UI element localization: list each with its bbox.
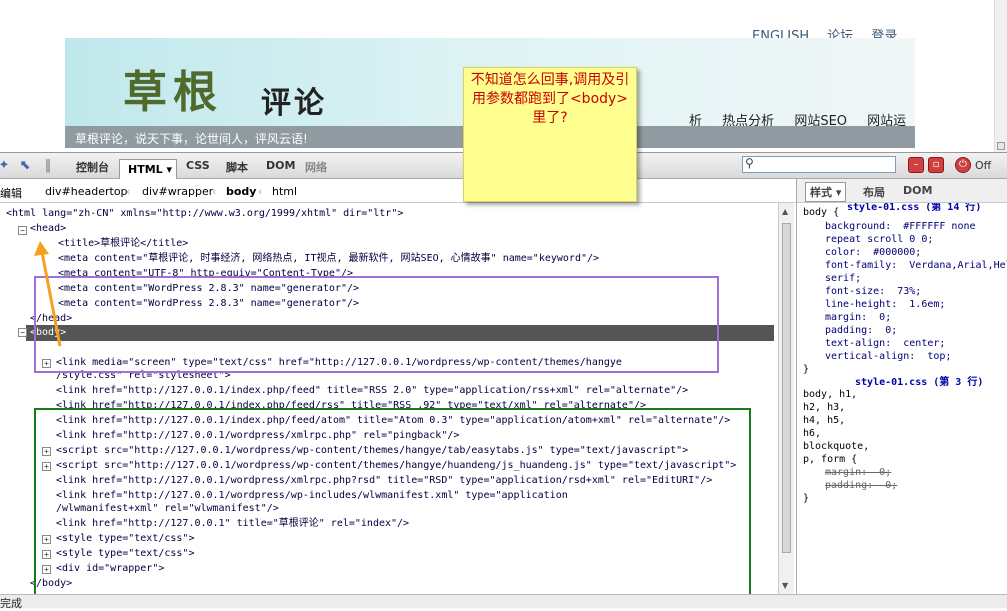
crumb-headertop[interactable]: div#headertop <box>45 185 128 198</box>
inspect-icon[interactable]: ⬉ <box>17 158 33 174</box>
html-line-14[interactable]: <link href="http://127.0.0.1/wordpress/x… <box>56 428 459 443</box>
css-line-20: p, form { <box>803 454 858 465</box>
edit-button[interactable]: 编辑 <box>0 185 22 201</box>
tab-html-label: HTML <box>128 163 163 176</box>
status-bar: 完成 <box>0 594 1007 610</box>
html-line-24[interactable]: </body> <box>30 576 72 591</box>
style-panel: style-01.css (第 14 行) body { background:… <box>796 203 1007 594</box>
css-line-6[interactable]: serif; <box>825 272 861 285</box>
css-line-12[interactable]: vertical-align: top; <box>825 350 951 363</box>
site-logo-sub: 评论 <box>261 86 327 121</box>
search-icon: ⚲ <box>745 156 754 170</box>
site-scrollbar[interactable] <box>994 0 1007 152</box>
crumb-html[interactable]: html <box>272 185 297 198</box>
css-line-17: h4, h5, <box>803 415 846 426</box>
tab-style[interactable]: 样式 ▾ <box>805 182 847 202</box>
css-line-15: body, h1, <box>803 389 858 400</box>
html-line-20[interactable]: <link href="http://127.0.0.1" title="草根评… <box>56 516 409 531</box>
expand-icon[interactable]: + <box>42 535 51 544</box>
scroll-thumb[interactable] <box>782 223 791 553</box>
expand-icon[interactable]: + <box>42 447 51 456</box>
crumb-wrapper[interactable]: div#wrapper <box>142 185 213 198</box>
expand-icon[interactable]: + <box>42 462 51 471</box>
css-line-2[interactable]: background: #FFFFFF none <box>825 220 976 233</box>
tab-html[interactable]: HTML ▾ <box>119 159 177 179</box>
html-line-13[interactable]: <link href="http://127.0.0.1/index.php/f… <box>56 413 730 428</box>
html-line-19[interactable]: /wlwmanifest+xml" rel="wlwmanifest"/> <box>56 501 279 516</box>
html-line-6[interactable]: <meta content="WordPress 2.8.3" name="ge… <box>58 296 359 311</box>
html-line-8: <body> <box>30 327 67 338</box>
css-line-7[interactable]: font-size: 73%; <box>825 285 921 298</box>
expand-icon[interactable]: + <box>42 359 51 368</box>
css-line-18: h6, <box>803 428 822 439</box>
html-line-16[interactable]: <script src="http://127.0.0.1/wordpress/… <box>56 458 736 473</box>
css-line-11[interactable]: text-align: center; <box>825 337 945 350</box>
css-line-4[interactable]: color: #000000; <box>825 246 921 259</box>
off-label[interactable]: Off <box>975 159 991 172</box>
tab-script[interactable]: 脚本 <box>226 159 248 175</box>
expand-icon[interactable]: + <box>42 565 51 574</box>
breadcrumb: 编辑 div#headertop ‹ div#wrapper ‹ body ‹ … <box>0 179 796 203</box>
pause-icon[interactable]: ‖ <box>40 158 56 174</box>
html-line-7[interactable]: </head> <box>30 311 72 326</box>
tab-style-label: 样式 <box>810 186 832 199</box>
tab-net[interactable]: 网络 <box>305 159 327 175</box>
html-line-5[interactable]: <meta content="WordPress 2.8.3" name="ge… <box>58 281 359 296</box>
html-line-21[interactable]: <style type="text/css"> <box>56 531 194 546</box>
css-source-link[interactable]: style-01.css (第 3 行) <box>855 376 983 389</box>
css-line-3[interactable]: repeat scroll 0 0; <box>825 233 933 246</box>
html-line-10[interactable]: /style.css" rel="stylesheet"> <box>56 368 231 383</box>
css-line-1: body { <box>803 207 840 218</box>
collapse-icon[interactable]: − <box>18 226 27 235</box>
selected-body-row[interactable]: <body> <box>26 325 774 341</box>
html-line-3[interactable]: <meta content="草根评论, 时事经济, 网络热点, IT视点, 最… <box>58 251 599 266</box>
html-line-2[interactable]: <title>草根评论</title> <box>58 236 188 251</box>
status-text: 完成 <box>0 597 22 610</box>
firebug-bug-icon[interactable]: ✦ <box>0 158 12 174</box>
html-line-22[interactable]: <style type="text/css"> <box>56 546 194 561</box>
html-line-17[interactable]: <link href="http://127.0.0.1/wordpress/x… <box>56 473 712 488</box>
search-input[interactable]: ⚲ <box>742 156 896 173</box>
html-line-0[interactable]: <html lang="zh-CN" xmlns="http://www.w3.… <box>6 206 403 221</box>
css-line-8[interactable]: line-height: 1.6em; <box>825 298 945 311</box>
html-line-12[interactable]: <link href="http://127.0.0.1/index.php/f… <box>56 398 646 413</box>
html-line-1[interactable]: <head> <box>30 221 66 236</box>
html-scrollbar[interactable]: ▲ ▼ <box>778 203 794 594</box>
tab-css[interactable]: CSS <box>186 159 210 172</box>
scroll-down-icon[interactable]: ▼ <box>782 581 791 590</box>
css-line-10[interactable]: padding: 0; <box>825 324 897 337</box>
firebug-panel: ✦ ⬉ ‖ 控制台 HTML ▾ CSS 脚本 DOM 网络 ⚲ – ▫ ⏻ O… <box>0 152 1007 610</box>
css-line-9[interactable]: margin: 0; <box>825 311 891 324</box>
collapse-icon[interactable]: − <box>18 328 27 337</box>
html-line-23[interactable]: <div id="wrapper"> <box>56 561 164 576</box>
site-logo-main: 草根 <box>123 67 223 118</box>
css-line-19: blockquote, <box>803 441 870 452</box>
detach-button[interactable]: ▫ <box>928 157 944 173</box>
css-line-21[interactable]: margin: 0; <box>825 466 891 479</box>
html-line-4[interactable]: <meta content="UTF-8" http-equiv="Conten… <box>58 266 353 281</box>
tab-layout[interactable]: 布局 <box>863 184 885 200</box>
tab-side-dom[interactable]: DOM <box>903 184 932 197</box>
css-line-13: } <box>803 364 810 375</box>
scroll-up-icon[interactable]: ▲ <box>782 207 791 216</box>
html-tree: <html lang="zh-CN" xmlns="http://www.w3.… <box>0 203 778 594</box>
html-line-11[interactable]: <link href="http://127.0.0.1/index.php/f… <box>56 383 688 398</box>
html-line-15[interactable]: <script src="http://127.0.0.1/wordpress/… <box>56 443 688 458</box>
tab-console[interactable]: 控制台 <box>76 159 109 175</box>
power-icon[interactable]: ⏻ <box>955 157 971 173</box>
expand-icon[interactable]: + <box>42 550 51 559</box>
css-source-link[interactable]: style-01.css (第 14 行) <box>847 203 981 214</box>
css-line-23: } <box>803 493 810 504</box>
css-line-16: h2, h3, <box>803 402 846 413</box>
chevron-down-icon: ▾ <box>166 163 173 176</box>
minimize-button[interactable]: – <box>908 157 924 173</box>
css-line-22[interactable]: padding: 0; <box>825 479 897 492</box>
tab-dom[interactable]: DOM <box>266 159 295 172</box>
crumb-body[interactable]: body <box>226 185 256 198</box>
side-panel-tabs: 样式 ▾ 布局 DOM <box>796 179 1007 203</box>
css-line-5[interactable]: font-family: Verdana,Arial,Helvetica, <box>825 259 1007 272</box>
annotation-note: 不知道怎么回事,调用及引用参数都跑到了<body>里了? <box>463 67 637 202</box>
